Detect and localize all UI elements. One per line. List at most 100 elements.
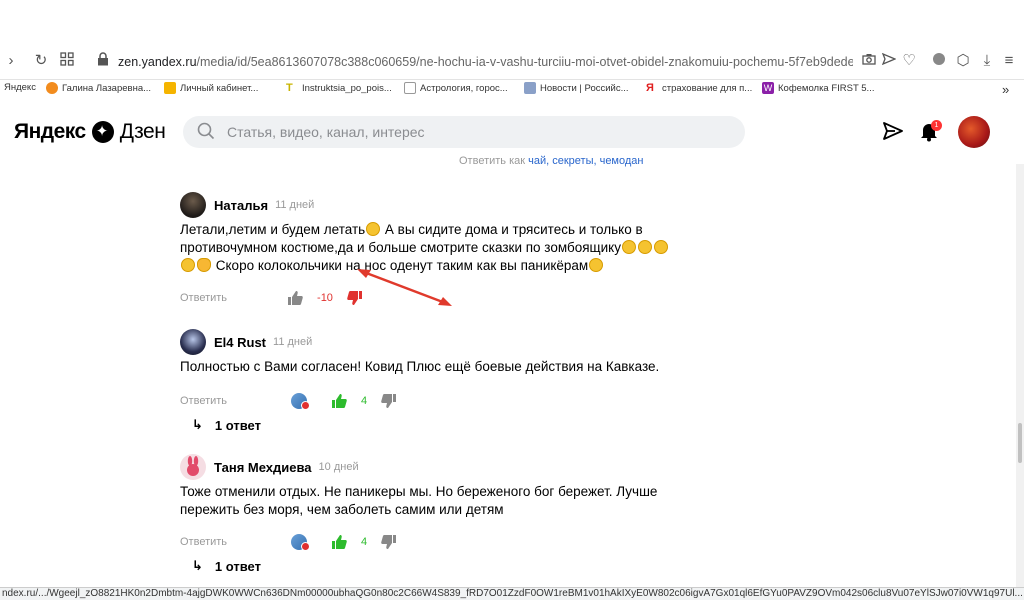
reply-button[interactable]: Ответить — [180, 536, 227, 548]
reload-icon[interactable]: ↻ — [32, 52, 50, 70]
logo-product: Дзен — [119, 120, 166, 143]
reply-button[interactable]: Ответить — [180, 395, 227, 407]
send-icon[interactable] — [880, 52, 898, 70]
thumbs-down-icon[interactable] — [381, 534, 397, 550]
scrollbar-thumb[interactable] — [1018, 423, 1022, 463]
reply-as-prefix: Ответить как — [459, 155, 529, 167]
comment-actions: Ответить 4 — [180, 393, 397, 410]
download-icon[interactable]: ⤓ — [978, 52, 996, 70]
reply-arrow-icon: ↳ — [192, 417, 203, 432]
bookmark-yandex[interactable]: Яндекс — [4, 82, 36, 93]
comment-text-part: Летали,летим и будем летать — [180, 222, 366, 237]
comment-author[interactable]: Наталья — [214, 198, 268, 213]
bunny-icon — [187, 456, 199, 476]
emoji-laugh-icon — [589, 258, 604, 272]
ok-icon — [46, 82, 58, 94]
scrollbar-track[interactable] — [1016, 164, 1024, 587]
bookmark-astrology[interactable]: Астрология, горос... — [404, 82, 508, 94]
replies-toggle[interactable]: ↳ 1 ответ — [192, 558, 261, 574]
replies-count: 1 ответ — [214, 558, 261, 574]
emoji-smile-icon — [181, 258, 195, 272]
bookmark-news[interactable]: Новости | Российс... — [524, 82, 629, 94]
replies-count: 1 ответ — [214, 417, 261, 433]
liker-avatar — [291, 534, 311, 551]
emoji-smile-icon — [366, 222, 381, 236]
globe-icon[interactable] — [930, 52, 948, 70]
bookmarks-more[interactable]: » — [1002, 82, 1009, 97]
share-icon[interactable] — [882, 120, 904, 142]
zen-logo[interactable]: Яндекс Дзен — [14, 120, 166, 144]
comment-text-part: противочумном костюме,да и больше смотри… — [180, 240, 621, 255]
status-bar: ndex.ru/.../Wgeejl_zO8821HK0n2Dmbtm-4ajg… — [0, 587, 1024, 600]
lock-icon[interactable] — [94, 52, 112, 70]
bookmark-label: Instruktsia_po_pois... — [302, 82, 392, 94]
bookmark-coffee[interactable]: W Кофемолка FIRST 5... — [762, 82, 874, 94]
news-icon — [524, 82, 536, 94]
annotation-arrow — [357, 269, 452, 306]
comment-time: 10 дней — [318, 461, 359, 473]
emoji-clap-icon — [197, 258, 211, 272]
bookmark-label: страхование для п... — [662, 82, 753, 94]
logo-brand: Яндекс — [14, 120, 86, 143]
thumbs-up-icon[interactable] — [287, 290, 303, 306]
thumbs-up-icon[interactable] — [331, 534, 347, 550]
camera-icon[interactable] — [860, 52, 878, 70]
address-bar: › ↻ zen.yandex.ru/media/id/5ea8613607078… — [0, 44, 1024, 80]
comment-actions: Ответить -10 — [180, 290, 363, 306]
menu-icon[interactable]: ≡ — [1000, 52, 1018, 70]
vote-count: 4 — [361, 536, 368, 548]
avatar[interactable] — [180, 454, 206, 480]
reply-as-name[interactable]: чай, секреты, чемодан — [528, 155, 643, 167]
extension-cube-icon[interactable]: ⬡ — [954, 52, 972, 70]
replies-toggle[interactable]: ↳ 1 ответ — [192, 417, 261, 433]
reply-button[interactable]: Ответить — [180, 292, 227, 304]
vote-count: -10 — [317, 292, 333, 304]
search-bar[interactable] — [183, 116, 745, 148]
search-input[interactable] — [227, 116, 727, 148]
comment-author[interactable]: Таня Мехдиева — [214, 460, 312, 475]
emoji-smile-icon — [638, 240, 652, 254]
reply-arrow-icon: ↳ — [192, 558, 203, 573]
comment-header: Таня Мехдиева 10 дней — [180, 454, 359, 480]
bookmark-label: Кофемолка FIRST 5... — [778, 82, 875, 94]
comment-text: Тоже отменили отдых. Не паникеры мы. Но … — [180, 483, 670, 519]
search-icon — [197, 122, 215, 140]
url-field[interactable]: zen.yandex.ru/media/id/5ea8613607078c388… — [118, 55, 853, 69]
comment-actions: Ответить 4 — [180, 534, 397, 551]
liker-avatar — [291, 393, 311, 410]
comment-author[interactable]: El4 Rust — [214, 335, 266, 350]
user-avatar[interactable] — [958, 116, 990, 148]
t-icon: T — [286, 82, 293, 94]
avatar[interactable] — [180, 329, 206, 355]
zen-star-icon — [91, 121, 114, 143]
bookmark-label: Галина Лазаревна... — [62, 82, 152, 94]
comment-time: 11 дней — [275, 199, 315, 211]
avatar[interactable] — [180, 192, 206, 218]
emoji-smile-icon — [654, 240, 668, 254]
yandex-icon: Я — [646, 82, 654, 94]
emoji-smile-icon — [622, 240, 636, 254]
bookmark-instruktsia[interactable]: T Instruktsia_po_pois... — [286, 82, 392, 94]
reply-as-line: Ответить как чай, секреты, чемодан — [459, 155, 644, 167]
comment-text-part: А вы сидите дома и тряситесь и только в — [381, 222, 643, 237]
vote-count: 4 — [361, 395, 368, 407]
notification-badge: 1 — [931, 120, 942, 131]
bookmarks-bar: Яндекс Галина Лазаревна... Личный кабине… — [0, 80, 1024, 98]
url-host: zen.yandex.ru — [118, 55, 197, 69]
heart-icon[interactable]: ♡ — [900, 52, 918, 70]
thumbs-up-icon[interactable] — [331, 393, 347, 409]
bookmark-label: Новости | Российс... — [540, 82, 629, 94]
bookmark-label: Астрология, горос... — [420, 82, 508, 94]
forward-icon[interactable]: › — [2, 52, 20, 70]
thumbs-down-icon[interactable] — [381, 393, 397, 409]
page-icon — [404, 82, 416, 94]
home-icon — [164, 82, 176, 94]
bookmark-galina[interactable]: Галина Лазаревна... — [46, 82, 151, 94]
bookmark-label: Яндекс — [4, 82, 36, 93]
bookmark-cabinet[interactable]: Личный кабинет... — [164, 82, 258, 94]
comment-header: El4 Rust 11 дней — [180, 329, 312, 355]
apps-grid-icon[interactable] — [58, 52, 76, 70]
bookmark-insurance[interactable]: Ястрахование для п... — [646, 82, 752, 94]
comment-text: Полностью с Вами согласен! Ковид Плюс ещ… — [180, 359, 660, 374]
bookmark-label: Личный кабинет... — [180, 82, 259, 94]
